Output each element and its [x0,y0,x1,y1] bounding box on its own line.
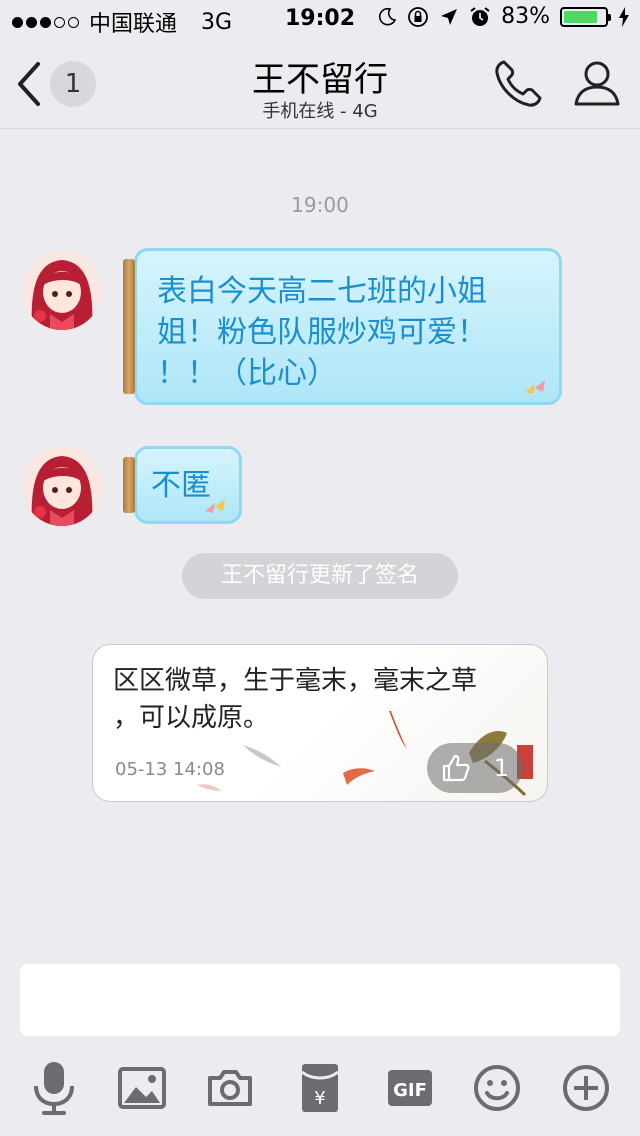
message-timestamp: 19:00 [291,193,349,217]
location-icon [441,8,458,25]
chat-header: 1 王不留行 手机在线 - 4G [0,40,640,129]
contact-name: 王不留行 [252,60,388,100]
profile-button[interactable] [572,58,622,112]
charging-icon [619,6,629,27]
message-bubble-1[interactable]: 表白今天高二七班的小姐 姐！粉色队服炒鸡可爱！ ！！（比心） [123,248,562,405]
status-bar: 中国联通 3G 19:02 83% [0,0,640,40]
battery-percent: 83% [501,4,550,29]
avatar-image [22,446,102,526]
gif-icon: GIF [388,1070,432,1106]
signature-line: ，可以成原。 [113,703,270,733]
status-right: 83% [377,4,630,29]
alarm-icon [470,6,490,26]
contact-status: 手机在线 - 4G [262,101,378,122]
message-text-line: 表白今天高二七班的小姐 [157,274,487,309]
svg-text:GIF: GIF [393,1080,427,1101]
plus-icon [563,1065,609,1111]
microphone-icon [34,1062,74,1115]
call-button[interactable] [492,58,544,114]
message-text-line: ！！（比心） [157,356,337,391]
more-button[interactable] [554,1056,618,1120]
profile-icon [574,61,620,106]
avatar[interactable] [22,250,102,330]
signature-date: 05-13 14:08 [115,759,225,780]
star-decoration-icon [205,499,225,513]
avatar-image [22,250,102,330]
system-notice: 王不留行更新了签名 [182,553,458,599]
svg-text:¥: ¥ [314,1088,325,1109]
moon-icon [379,7,397,25]
bottle-cork [123,259,135,394]
bottle-cork [123,457,135,513]
star-decoration-icon [525,380,545,394]
message-bubble-2[interactable]: 不匿 [123,446,242,524]
camera-icon [208,1070,252,1106]
like-count: 1 [493,754,509,782]
emoji-button[interactable] [465,1056,529,1120]
input-toolbar: ¥ GIF [0,1056,640,1120]
image-button[interactable] [110,1056,174,1120]
signature-text: 区区微草，生于毫末，毫末之草 ，可以成原。 [113,663,533,737]
message-input[interactable] [20,964,620,1036]
voice-button[interactable] [22,1056,86,1120]
emoji-icon [474,1065,520,1111]
message-text-line: 姐！粉色队服炒鸡可爱！ [157,315,487,350]
camera-button[interactable] [198,1056,262,1120]
signature-line: 区区微草，生于毫末，毫末之草 [113,666,478,696]
gif-button[interactable]: GIF [378,1056,442,1120]
phone-icon [495,60,542,107]
image-icon [118,1067,166,1109]
thumbs-up-icon [442,754,470,782]
avatar[interactable] [22,446,102,526]
red-packet-button[interactable]: ¥ [288,1056,352,1120]
like-button[interactable]: 1 [427,743,523,793]
signature-card[interactable]: 区区微草，生于毫末，毫末之草 ，可以成原。 05-13 14:08 1 [92,644,548,802]
rotation-lock-icon [408,6,428,27]
battery-icon [560,6,611,27]
message-text: 表白今天高二七班的小姐 姐！粉色队服炒鸡可爱！ ！！（比心） [157,271,487,394]
red-packet-icon: ¥ [301,1064,339,1112]
